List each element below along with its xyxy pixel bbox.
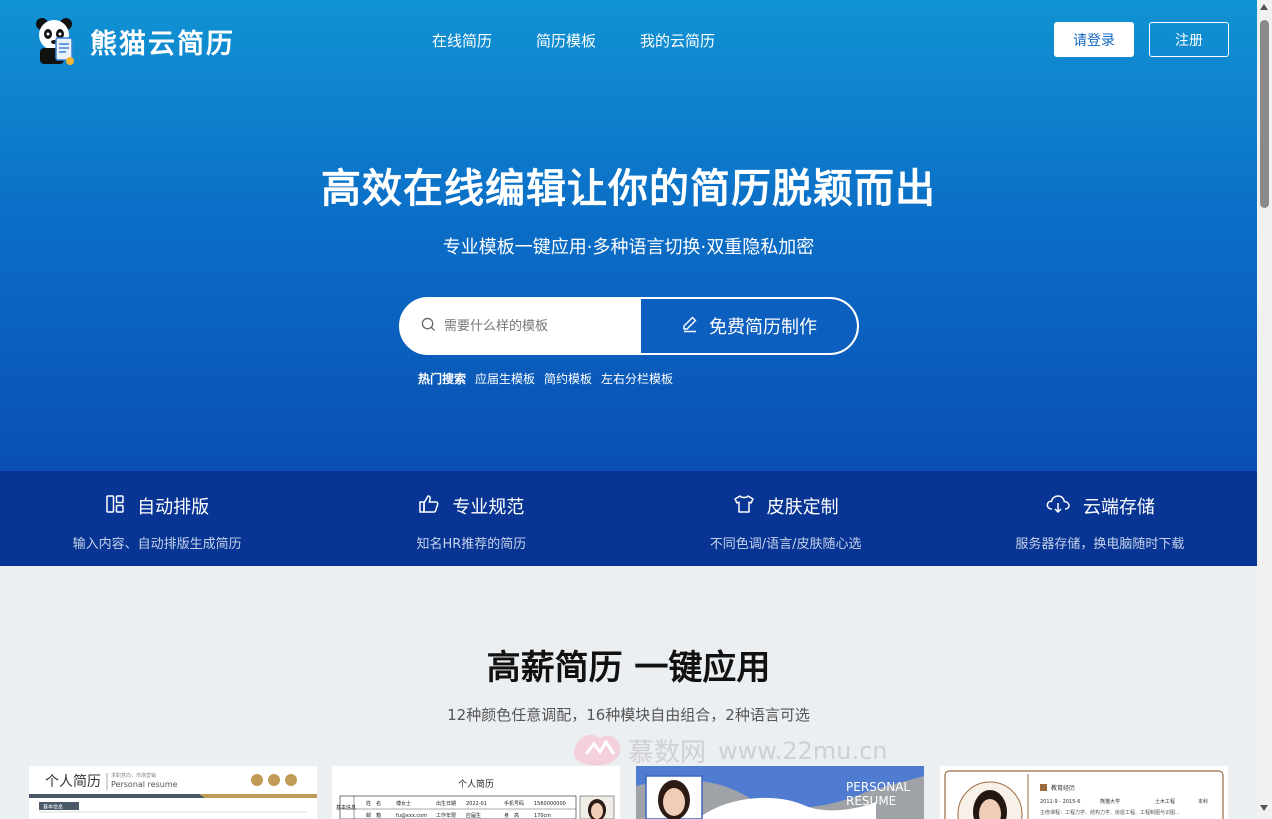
- main-nav: 在线简历 简历模板 我的云简历: [432, 30, 715, 51]
- scroll-down-arrow-icon[interactable]: [1260, 805, 1268, 811]
- svg-text:fu@xxx.com: fu@xxx.com: [396, 813, 427, 819]
- watermark-name: 慕数网: [628, 738, 707, 768]
- feature-auto-layout: 自动排版 输入内容、自动排版生成简历: [0, 471, 314, 566]
- feature-title: 专业规范: [452, 497, 525, 518]
- svg-text:工作年限: 工作年限: [436, 812, 456, 819]
- svg-text:土木工程: 土木工程: [1155, 798, 1175, 805]
- register-button[interactable]: 注册: [1149, 22, 1229, 57]
- brand-name: 熊猫云简历: [90, 28, 235, 60]
- scroll-thumb[interactable]: [1260, 20, 1269, 208]
- resume-preview-2: 个人简历 基本信息 姓 名 傅女士 出生日期 2022-01 手机号码 1560…: [336, 778, 615, 819]
- hero-banner: 熊猫云简历 在线简历 简历模板 我的云简历 请登录 注册 高效在线编辑让你的简历…: [0, 0, 1257, 471]
- watermark-url: www.22mu.cn: [718, 736, 888, 765]
- search-field-wrap: [401, 299, 641, 353]
- thumbs-up-icon: [418, 494, 452, 519]
- feature-title: 云端存储: [1082, 497, 1155, 518]
- section-subtitle: 12种颜色任意调配，16种模块自由组合，2种语言可选: [447, 706, 810, 724]
- hot-term-graduate[interactable]: 应届生模板: [475, 370, 535, 387]
- svg-text:手机号码: 手机号码: [504, 800, 524, 807]
- feature-desc: 不同色调/语言/皮肤随心选: [709, 537, 862, 552]
- hot-search: 热门搜索 应届生模板 简约模板 左右分栏模板: [418, 370, 673, 387]
- hot-term-two-column[interactable]: 左右分栏模板: [601, 370, 673, 387]
- hero-subtitle: 专业模板一键应用·多种语言切换·双重隐私加密: [442, 237, 815, 258]
- card2-title: 个人简历: [458, 778, 494, 790]
- feature-desc: 输入内容、自动排版生成简历: [72, 537, 242, 552]
- section-title: 高薪简历 一键应用: [486, 648, 771, 688]
- svg-text:姓 名: 姓 名: [366, 800, 381, 807]
- search-icon: [421, 317, 436, 336]
- free-resume-make-button[interactable]: 免费简历制作: [641, 299, 857, 353]
- card1-title: 个人简历: [45, 773, 101, 790]
- hot-term-simple[interactable]: 简约模板: [544, 370, 592, 387]
- template-card[interactable]: PERSONAL RESUME: [636, 766, 924, 819]
- svg-text:170cm: 170cm: [534, 813, 551, 819]
- card1-intent: 求职意向：市场营销: [111, 772, 156, 779]
- panda-logo-icon: [34, 16, 78, 66]
- pencil-icon: [681, 315, 709, 338]
- feature-title: 自动排版: [137, 497, 210, 518]
- svg-text:邮 箱: 邮 箱: [366, 812, 381, 819]
- template-card[interactable]: 个人简历 基本信息 姓 名 傅女士 出生日期 2022-01 手机号码 1560…: [332, 766, 620, 819]
- svg-text:身 高: 身 高: [504, 812, 519, 819]
- nav-my-cloud-resume[interactable]: 我的云简历: [640, 30, 715, 51]
- feature-desc: 知名HR推荐的简历: [416, 537, 527, 552]
- card1-section: 基本信息: [43, 804, 63, 811]
- svg-text:熊猫大学: 熊猫大学: [1100, 798, 1120, 805]
- search-input[interactable]: [444, 318, 624, 334]
- card4-section: 教育经历: [1051, 784, 1075, 792]
- svg-text:2011-9 - 2015-6: 2011-9 - 2015-6: [1040, 799, 1080, 805]
- svg-text:出生日期: 出生日期: [436, 800, 456, 807]
- card3-en1: PERSONAL: [846, 780, 910, 794]
- login-button[interactable]: 请登录: [1054, 22, 1134, 57]
- nav-resume-templates[interactable]: 简历模板: [536, 30, 596, 51]
- feature-professional: 专业规范 知名HR推荐的简历: [314, 471, 628, 566]
- svg-text:主修课程：工程力学、结构力学、房屋工程、工程制图与识图...: 主修课程：工程力学、结构力学、房屋工程、工程制图与识图...: [1040, 809, 1180, 816]
- svg-text:应届生: 应届生: [466, 812, 481, 819]
- make-label: 免费简历制作: [709, 317, 817, 338]
- nav-online-resume[interactable]: 在线简历: [432, 30, 492, 51]
- svg-text:2022-01: 2022-01: [466, 801, 487, 807]
- cloud-icon: [1045, 494, 1083, 519]
- card1-en: Personal resume: [111, 780, 178, 789]
- feature-desc: 服务器存储，换电脑随时下载: [1015, 537, 1185, 552]
- svg-text:傅女士: 傅女士: [396, 800, 411, 807]
- scroll-up-arrow-icon[interactable]: [1260, 4, 1268, 10]
- hero-title: 高效在线编辑让你的简历脱颖而出: [321, 166, 936, 212]
- svg-text:1560000000: 1560000000: [534, 801, 566, 807]
- layout-icon: [105, 494, 137, 519]
- search-bar: 免费简历制作: [399, 297, 859, 355]
- feature-cloud: 云端存储 服务器存储，换电脑随时下载: [943, 471, 1257, 566]
- svg-text:本科: 本科: [1198, 798, 1208, 805]
- resume-preview-1: 个人简历 求职意向：市场营销 Personal resume 基本信息: [29, 772, 317, 813]
- hot-search-label: 热门搜索: [418, 372, 467, 386]
- feature-title: 皮肤定制: [766, 497, 839, 518]
- page-scrollbar[interactable]: [1257, 0, 1272, 819]
- shirt-icon: [733, 494, 767, 519]
- card3-en2: RESUME: [846, 794, 896, 808]
- resume-preview-3: PERSONAL RESUME: [636, 766, 924, 819]
- resume-preview-4: 教育经历 2011-9 - 2015-6 熊猫大学 土木工程 本科 主修课程：工…: [944, 770, 1224, 819]
- card2-side: 基本信息: [336, 804, 356, 811]
- template-card[interactable]: 个人简历 求职意向：市场营销 Personal resume 基本信息: [29, 766, 317, 819]
- features-bar: 自动排版 输入内容、自动排版生成简历 专业规范 知名HR推荐的简历 皮肤定制 不…: [0, 471, 1257, 566]
- logo[interactable]: 熊猫云简历: [34, 16, 235, 66]
- template-card[interactable]: 教育经历 2011-9 - 2015-6 熊猫大学 土木工程 本科 主修课程：工…: [940, 766, 1228, 819]
- feature-skin: 皮肤定制 不同色调/语言/皮肤随心选: [629, 471, 943, 566]
